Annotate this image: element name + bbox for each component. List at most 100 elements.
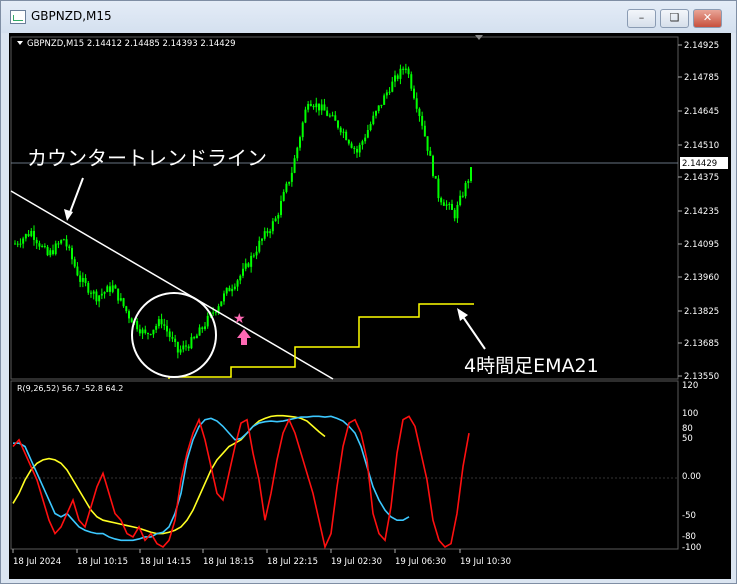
candle-body (285, 183, 288, 192)
candle-body (130, 318, 133, 323)
candle-body (16, 243, 19, 245)
candle-body (27, 234, 30, 237)
candle-body (320, 104, 323, 111)
candle-body (141, 329, 144, 334)
indicator-label: R(9,26,52) 56.7 -52.8 64.2 (17, 384, 123, 393)
candle-body (461, 195, 464, 197)
candle-body (79, 275, 82, 282)
restore-button[interactable]: ❑ (660, 9, 689, 28)
candle-body (242, 268, 244, 276)
candle-body (328, 115, 331, 117)
candle-body (236, 280, 239, 287)
mt4-chart-window: GBPNZD,M15 – ❑ ✕ GBPNZD,M15 2.14412 2.14… (0, 0, 737, 584)
candle-body (231, 288, 234, 292)
candle-body (198, 327, 201, 336)
candle-body (293, 158, 296, 173)
chart-menu-icon[interactable] (17, 41, 23, 45)
candle-body (54, 243, 57, 255)
candle-body (152, 329, 155, 335)
candle-body (182, 345, 185, 350)
candle-body (312, 105, 315, 108)
candle-body (442, 202, 445, 206)
candle-body (193, 337, 196, 339)
candle-body (223, 293, 225, 302)
price-tick-label: 2.14510 (684, 141, 719, 151)
time-tick-label: 18 Jul 2024 (13, 557, 61, 567)
candle-body (263, 231, 266, 239)
candle-body (364, 137, 367, 142)
indicator-panel-frame (10, 380, 679, 550)
price-tick-label: 2.13685 (684, 339, 719, 349)
candle-body (271, 221, 274, 232)
candle-body (353, 147, 356, 149)
candle-body (168, 331, 171, 338)
candle-body (470, 167, 472, 182)
close-button[interactable]: ✕ (693, 9, 722, 28)
candle-body (459, 195, 462, 206)
time-axis: 18 Jul 2024 18 Jul 10:15 18 Jul 14:15 18 Ju… (12, 549, 511, 567)
candle-body (176, 341, 179, 353)
candle-body (280, 201, 282, 215)
candle-body (337, 120, 339, 128)
candle-body (24, 234, 27, 239)
up-arrow-icon (237, 329, 251, 345)
candle-body (43, 245, 46, 247)
price-tick-label: 2.14645 (684, 107, 719, 117)
indicator-tick-label: 80 (682, 424, 693, 434)
candle-body (233, 286, 236, 289)
indicator-tick-label: 0.00 (682, 472, 701, 482)
candle-body (166, 325, 168, 332)
candle-body (174, 338, 177, 342)
trendline-annotation: カウンタートレンドライン (27, 146, 267, 170)
candle-body (65, 239, 68, 247)
candle-body (318, 103, 320, 111)
candle-body (100, 293, 103, 296)
candle-body (323, 104, 326, 111)
candle-body (128, 311, 130, 319)
candle-body (309, 103, 312, 106)
candle-body (440, 198, 443, 203)
candle-body (261, 238, 263, 241)
candle-body (347, 140, 350, 144)
candle-body (250, 255, 253, 267)
chart-area[interactable]: GBPNZD,M15 2.14412 2.14485 2.14393 2.144… (9, 33, 731, 579)
candle-body (187, 346, 190, 349)
candle-body (356, 148, 358, 153)
candle-body (195, 335, 198, 339)
candle-body (163, 324, 166, 326)
indicator-tick-label: 50 (682, 434, 693, 444)
candle-body (138, 329, 141, 334)
indicator-tick-label: 100 (682, 409, 698, 419)
candle-body (451, 203, 453, 210)
candle-body (38, 243, 41, 247)
counter-trendline[interactable] (10, 190, 334, 380)
candle-body (296, 147, 299, 159)
candle-body (315, 103, 318, 108)
candle-body (453, 209, 456, 219)
candle-body (339, 127, 342, 133)
candle-body (394, 75, 396, 82)
chart-canvas[interactable]: GBPNZD,M15 2.14412 2.14485 2.14393 2.144… (9, 33, 731, 579)
candle-body (456, 205, 459, 219)
minimize-button[interactable]: – (627, 9, 656, 28)
candle-body (299, 137, 301, 148)
candle-body (307, 103, 310, 110)
candle-body (399, 68, 402, 79)
candle-body (22, 238, 25, 244)
candle-body (361, 141, 364, 145)
candle-body (410, 74, 413, 89)
candle-body (247, 263, 250, 267)
candle-body (144, 329, 147, 333)
time-tick-label: 18 Jul 14:15 (140, 557, 191, 567)
candle-body (421, 116, 424, 126)
candle-body (98, 295, 101, 302)
time-tick-label: 19 Jul 06:30 (395, 557, 446, 567)
candle-body (109, 286, 111, 292)
candle-body (407, 68, 410, 75)
candle-body (383, 95, 386, 105)
candle-body (157, 319, 160, 327)
candle-body (288, 181, 291, 184)
candle-body (119, 298, 122, 301)
candle-body (225, 287, 228, 294)
candle-body (432, 155, 434, 177)
